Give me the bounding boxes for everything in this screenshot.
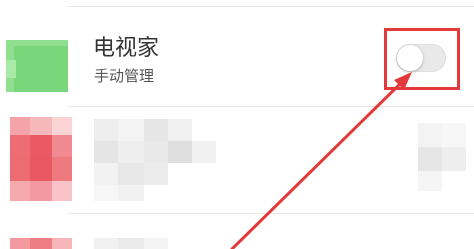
app-icon [6,40,68,92]
app-launch-mode-label: 手动管理 [94,67,155,85]
app-name: 电视家 [93,36,160,61]
app-launch-settings-screen: 电视家 手动管理 [0,0,474,249]
list-item-obscured[interactable] [0,107,474,212]
app-icon-pixelated [10,117,72,201]
app-icon-pixelated [10,238,72,249]
list-item-obscured[interactable] [0,214,474,249]
toggle-highlight-box [384,28,460,90]
